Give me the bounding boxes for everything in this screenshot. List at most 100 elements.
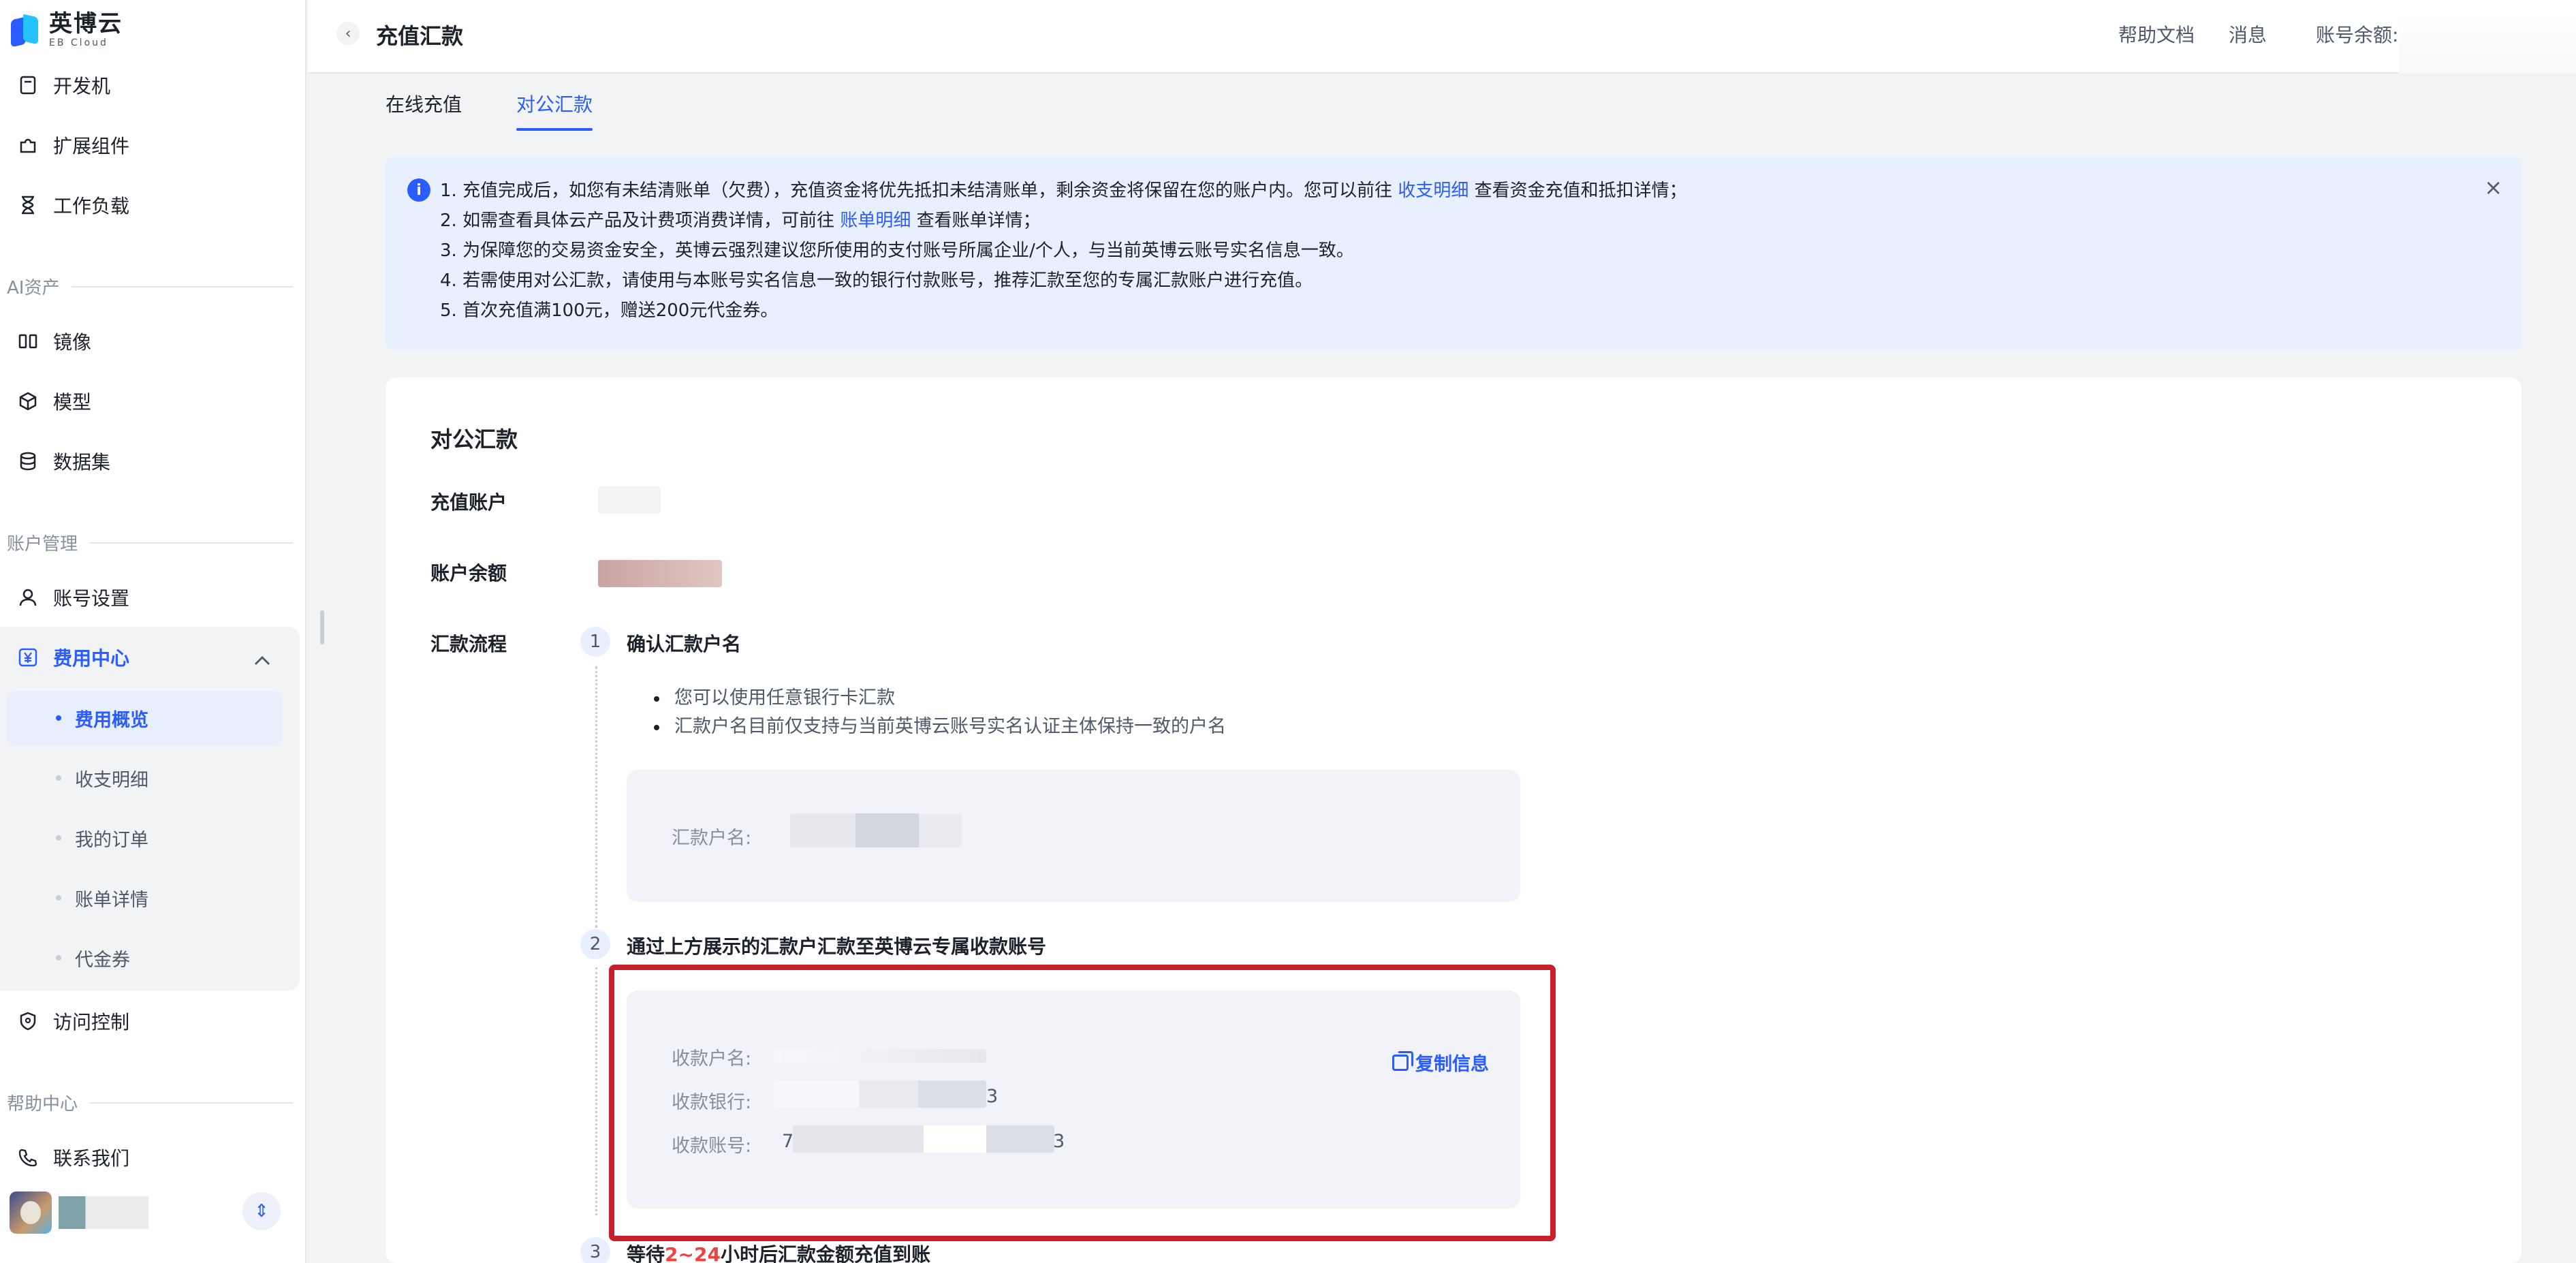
logo[interactable]: 英博云 EB Cloud xyxy=(11,12,123,48)
account-balance-label: 账户余额 xyxy=(430,562,507,584)
section-label: 帮助中心 xyxy=(7,1094,78,1114)
logo-icon xyxy=(11,13,41,48)
page-title: 充值汇款 xyxy=(376,23,464,49)
sidebar-subitem-label: 账单详情 xyxy=(75,889,148,911)
help-docs-link[interactable]: 帮助文档 xyxy=(2118,20,2195,48)
notice-text: 1. 充值完成后，如您有未结清账单（欠费），充值资金将优先抵扣未结清账单，剩余资… xyxy=(440,181,1398,201)
app-root: 英博云 EB Cloud 开发机 扩展组件 工作负载 AI资产 镜像 模型 数据… xyxy=(0,0,2576,1263)
top-header: ‹ 充值汇款 帮助文档 消息 账号余额: xyxy=(308,0,2576,74)
avatar[interactable] xyxy=(10,1191,52,1234)
sidebar-item-label: 镜像 xyxy=(53,331,92,354)
sidebar-subitem-orders[interactable]: 我的订单 xyxy=(7,811,282,865)
notice-text: 2. 如需查看具体云产品及计费项消费详情，可前往 xyxy=(440,210,841,231)
chevron-updown-icon[interactable]: ⇕ xyxy=(242,1192,281,1230)
flow-label: 汇款流程 xyxy=(430,633,507,655)
info-icon: i xyxy=(407,178,430,202)
sidebar-item-label: 数据集 xyxy=(53,451,111,473)
sidebar-item-label: 模型 xyxy=(53,391,92,414)
sidebar-subitem-vouchers[interactable]: 代金券 xyxy=(7,931,282,985)
remitter-name-label: 汇款户名: xyxy=(672,828,752,849)
sidebar: 英博云 EB Cloud 开发机 扩展组件 工作负载 AI资产 镜像 模型 数据… xyxy=(0,0,307,1263)
tab-online-recharge[interactable]: 在线充值 xyxy=(386,90,462,131)
tab-corporate-transfer[interactable]: 对公汇款 xyxy=(516,90,593,131)
messages-link[interactable]: 消息 xyxy=(2229,20,2267,48)
section-help-center: 帮助中心 xyxy=(7,1090,293,1115)
sidebar-item-label: 开发机 xyxy=(53,75,111,97)
logo-name: 英博云 xyxy=(49,10,123,37)
remitter-box: 汇款户名: xyxy=(627,770,1520,902)
sidebar-item-models[interactable]: 模型 xyxy=(0,377,300,425)
sidebar-item-label: 费用中心 xyxy=(53,647,130,670)
section-label: 账户管理 xyxy=(7,534,78,555)
notice-text: 查看资金充值和抵扣详情； xyxy=(1468,181,1687,201)
notice-lines: 1. 充值完成后，如您有未结清账单（欠费），充值资金将优先抵扣未结清账单，剩余资… xyxy=(440,176,1687,326)
tab-bar: 在线充值 对公汇款 xyxy=(386,90,593,131)
sidebar-item-contact-us[interactable]: 联系我们 xyxy=(0,1134,300,1181)
database-icon xyxy=(18,451,38,471)
sidebar-subitem-label: 费用概览 xyxy=(75,709,148,731)
section-ai-assets: AI资产 xyxy=(7,274,293,299)
step-number: 3 xyxy=(580,1237,610,1263)
notice-banner: i 1. 充值完成后，如您有未结清账单（欠费），充值资金将优先抵扣未结清账单，剩… xyxy=(386,157,2522,350)
user-icon xyxy=(18,587,38,608)
recharge-account-redacted xyxy=(598,486,661,514)
section-label: AI资产 xyxy=(7,278,60,298)
section-account-mgmt: 账户管理 xyxy=(7,530,293,555)
step-title-text: 小时后汇款金额充值到账 xyxy=(720,1243,930,1263)
sidebar-item-label: 联系我们 xyxy=(53,1147,130,1170)
step-title-text: 等待 xyxy=(627,1243,665,1263)
step-number: 1 xyxy=(580,627,610,657)
list-item: 您可以使用任意银行卡汇款 xyxy=(654,684,1226,713)
chevron-left-icon: ‹ xyxy=(345,25,351,42)
notice-text: 查看账单详情； xyxy=(911,210,1041,231)
sidebar-item-label: 账号设置 xyxy=(53,587,130,610)
bullet-dot xyxy=(56,715,61,721)
sidebar-item-account-settings[interactable]: 账号设置 xyxy=(0,574,300,621)
sidebar-item-label: 扩展组件 xyxy=(53,135,130,157)
user-menu[interactable]: ⇕ xyxy=(10,1189,282,1236)
sidebar-item-images[interactable]: 镜像 xyxy=(0,317,300,365)
sidebar-subitem-label: 收支明细 xyxy=(75,769,148,791)
notice-line-3: 3. 为保障您的交易资金安全，英博云强烈建议您所使用的支付账号所属企业/个人，与… xyxy=(440,240,1354,261)
close-icon[interactable]: × xyxy=(2484,174,2502,200)
sidebar-subitem-billing-overview[interactable]: 费用概览 xyxy=(7,691,282,745)
sidebar-item-extensions[interactable]: 扩展组件 xyxy=(0,121,300,169)
chevron-up-icon[interactable] xyxy=(253,649,271,671)
logo-subtitle: EB Cloud xyxy=(49,37,108,48)
cube-icon xyxy=(18,391,38,411)
bullet-dot xyxy=(56,835,61,841)
step-title: 通过上方展示的汇款户汇款至英博云专属收款账号 xyxy=(627,935,1047,958)
sidebar-item-billing[interactable]: 费用中心 xyxy=(0,634,300,681)
sidebar-item-access-control[interactable]: 访问控制 xyxy=(0,997,300,1045)
notice-line-1: 1. 充值完成后，如您有未结清账单（欠费），充值资金将优先抵扣未结清账单，剩余资… xyxy=(440,176,1687,206)
yuan-icon xyxy=(18,647,38,668)
transactions-link[interactable]: 收支明细 xyxy=(1398,181,1468,201)
card-title: 对公汇款 xyxy=(430,426,518,452)
puzzle-icon xyxy=(18,135,38,155)
username-redacted xyxy=(59,1196,148,1229)
balance-label: 账号余额: xyxy=(2316,24,2399,46)
back-button[interactable]: ‹ xyxy=(336,22,360,45)
sidebar-subitem-label: 代金券 xyxy=(75,949,130,971)
notice-line-2: 2. 如需查看具体云产品及计费项消费详情，可前往 账单明细 查看账单详情； xyxy=(440,206,1687,236)
mirror-icon xyxy=(18,331,38,352)
step-title: 等待2~24小时后汇款金额充值到账 xyxy=(627,1240,930,1263)
step-title-highlight: 2~24 xyxy=(665,1243,721,1263)
sidebar-resize-handle[interactable] xyxy=(320,610,324,644)
account-balance-redacted xyxy=(598,560,722,587)
sidebar-subitem-transactions[interactable]: 收支明细 xyxy=(7,751,282,805)
step1-bullets: 您可以使用任意银行卡汇款 汇款户名目前仅支持与当前英博云账号实名认证主体保持一致… xyxy=(654,684,1226,741)
notice-line-5: 5. 首次充值满100元，赠送200元代金券。 xyxy=(440,300,779,321)
sidebar-item-workload[interactable]: 工作负载 xyxy=(0,181,300,229)
shield-icon xyxy=(18,1011,38,1031)
remitter-name-redacted xyxy=(790,813,962,847)
notebook-icon xyxy=(18,75,38,95)
sidebar-item-devbox[interactable]: 开发机 xyxy=(0,61,300,109)
sidebar-item-label: 工作负载 xyxy=(53,195,130,217)
bill-details-link[interactable]: 账单明细 xyxy=(840,210,911,231)
hourglass-icon xyxy=(18,195,38,215)
sidebar-subitem-bill-details[interactable]: 账单详情 xyxy=(7,871,282,925)
sidebar-item-datasets[interactable]: 数据集 xyxy=(0,437,300,485)
sidebar-subitem-label: 我的订单 xyxy=(75,829,148,851)
step-connector xyxy=(595,666,597,928)
